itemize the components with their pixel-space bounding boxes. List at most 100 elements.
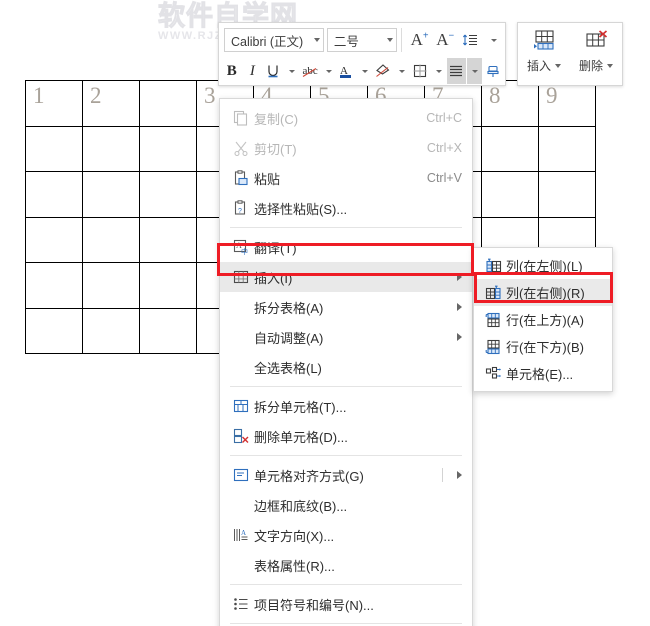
italic-button[interactable]: I: [243, 58, 263, 84]
font-color-dropdown[interactable]: [357, 58, 372, 84]
submenu-item-label: 行(在上方)(A): [506, 313, 584, 328]
line-spacing-dropdown[interactable]: [484, 27, 503, 53]
submenu-item-label: 列(在左侧)(L): [506, 259, 583, 274]
chevron-right-icon: [457, 273, 462, 281]
menu-item-翻译T[interactable]: A 中翻译(T): [220, 232, 472, 262]
menu-item-divider: [442, 468, 443, 482]
highlight-button[interactable]: [373, 58, 393, 84]
font-size-value: 二号: [333, 34, 359, 49]
submenu-item-列在右侧R[interactable]: 列(在右侧)(R): [474, 279, 612, 306]
submenu-item-label: 行(在下方)(B): [506, 340, 584, 355]
menu-item-label: 剪切(T): [254, 141, 297, 157]
menu-item-粘贴[interactable]: 粘贴 Ctrl+V: [220, 163, 472, 193]
context-menu: 复制(C) Ctrl+C 剪切(T) Ctrl+X 粘贴 Ctrl+V? 选择性粘贴(S).…: [219, 98, 473, 626]
table-cell[interactable]: [139, 80, 197, 127]
underline-dropdown[interactable]: [284, 58, 299, 84]
borders-dropdown[interactable]: [431, 58, 446, 84]
split-cell-icon: [228, 398, 254, 414]
menu-separator: [230, 386, 462, 387]
menu-item-插入I[interactable]: 插入(I): [220, 262, 472, 292]
chevron-down-icon[interactable]: [313, 38, 320, 42]
table-cell[interactable]: [25, 262, 83, 309]
delete-table-command[interactable]: 删除: [570, 23, 622, 85]
align-button[interactable]: [446, 58, 467, 84]
font-name-value: Calibri (正文): [231, 34, 304, 49]
line-spacing-button[interactable]: [459, 27, 484, 53]
chevron-down-icon[interactable]: [387, 38, 394, 42]
table-cell[interactable]: 1: [25, 80, 83, 127]
menu-item-边框和底纹B[interactable]: 边框和底纹(B)...: [220, 490, 472, 520]
floating-mini-toolbar: Calibri (正文) 二号 A+ A− B I abc A: [218, 22, 506, 86]
menu-item-label: 拆分单元格(T)...: [254, 399, 347, 415]
font-name-combobox[interactable]: Calibri (正文): [224, 28, 324, 52]
table-cell[interactable]: [25, 216, 83, 263]
table-commands-group: 插入 删除: [517, 22, 623, 86]
svg-text:中: 中: [241, 247, 248, 255]
chevron-down-icon[interactable]: [555, 63, 561, 68]
table-cell[interactable]: [481, 125, 539, 172]
align-dropdown[interactable]: [467, 58, 483, 84]
menu-item-shortcut: Ctrl+X: [426, 141, 462, 155]
menu-separator: [230, 584, 462, 585]
submenu-item-label: 列(在右侧)(R): [506, 286, 585, 301]
table-cell[interactable]: [139, 262, 197, 309]
table-cell[interactable]: 8: [481, 80, 539, 127]
table-cell[interactable]: [139, 171, 197, 218]
bullets-numbering-icon: [228, 596, 254, 612]
table-cell[interactable]: [139, 125, 197, 172]
table-cell[interactable]: [139, 307, 197, 354]
strikethrough-button[interactable]: abc: [300, 58, 320, 84]
font-size-combobox[interactable]: 二号: [326, 28, 398, 52]
table-cell[interactable]: [481, 171, 539, 218]
submenu-item-单元格E[interactable]: 单元格(E)...: [474, 360, 612, 387]
shrink-font-button[interactable]: A−: [433, 27, 458, 53]
table-cell[interactable]: [139, 216, 197, 263]
table-cell[interactable]: [82, 125, 140, 172]
highlight-dropdown[interactable]: [394, 58, 409, 84]
menu-item-label: 边框和底纹(B)...: [254, 498, 348, 514]
submenu-item-列在左侧L[interactable]: 列(在左侧)(L): [474, 252, 612, 279]
chevron-down-icon[interactable]: [607, 63, 613, 68]
underline-button[interactable]: [263, 58, 283, 84]
menu-item-label: 插入(I): [254, 270, 293, 286]
table-cell[interactable]: 2: [82, 80, 140, 127]
bold-button[interactable]: B: [222, 58, 242, 84]
menu-item-拆分表格A[interactable]: 拆分表格(A): [220, 292, 472, 322]
chevron-right-icon: [457, 303, 462, 311]
font-color-button[interactable]: A: [337, 58, 357, 84]
menu-item-选择性粘贴S[interactable]: ? 选择性粘贴(S)...: [220, 193, 472, 223]
grow-font-button[interactable]: A+: [407, 27, 432, 53]
table-cell[interactable]: [25, 307, 83, 354]
table-cell[interactable]: [82, 171, 140, 218]
menu-item-文字方向X[interactable]: A 文字方向(X)...: [220, 520, 472, 550]
menu-item-label: 自动调整(A): [254, 330, 324, 346]
table-cell[interactable]: [25, 125, 83, 172]
table-cell[interactable]: 9: [538, 80, 596, 127]
menu-item-表格属性R[interactable]: 表格属性(R)...: [220, 550, 472, 580]
menu-item-项目符号和编号N[interactable]: 项目符号和编号(N)...: [220, 589, 472, 619]
menu-item-拆分单元格T[interactable]: 拆分单元格(T)...: [220, 391, 472, 421]
table-cell[interactable]: [25, 171, 83, 218]
menu-item-单元格对齐方式G[interactable]: 单元格对齐方式(G): [220, 460, 472, 490]
table-cell[interactable]: [82, 216, 140, 263]
cut-icon: [228, 140, 254, 156]
menu-item-删除单元格D[interactable]: 删除单元格(D)...: [220, 421, 472, 451]
column-right-icon: [481, 285, 506, 301]
translate-icon: A中: [228, 239, 254, 255]
submenu-item-行在下方B[interactable]: 行(在下方)(B): [474, 333, 612, 360]
table-cell[interactable]: [82, 307, 140, 354]
menu-separator: [230, 623, 462, 624]
column-left-icon: [481, 258, 506, 274]
format-painter-button[interactable]: [483, 58, 503, 84]
table-cell[interactable]: [538, 125, 596, 172]
borders-button[interactable]: [410, 58, 430, 84]
strikethrough-dropdown[interactable]: [321, 58, 336, 84]
menu-item-shortcut: Ctrl+V: [426, 171, 462, 185]
menu-item-label: 翻译(T): [254, 240, 297, 256]
menu-item-自动调整A[interactable]: 自动调整(A): [220, 322, 472, 352]
menu-item-全选表格L[interactable]: 全选表格(L): [220, 352, 472, 382]
table-cell[interactable]: [538, 171, 596, 218]
table-cell[interactable]: [82, 262, 140, 309]
submenu-item-行在上方A[interactable]: 行(在上方)(A): [474, 306, 612, 333]
insert-table-command[interactable]: 插入: [518, 23, 570, 85]
